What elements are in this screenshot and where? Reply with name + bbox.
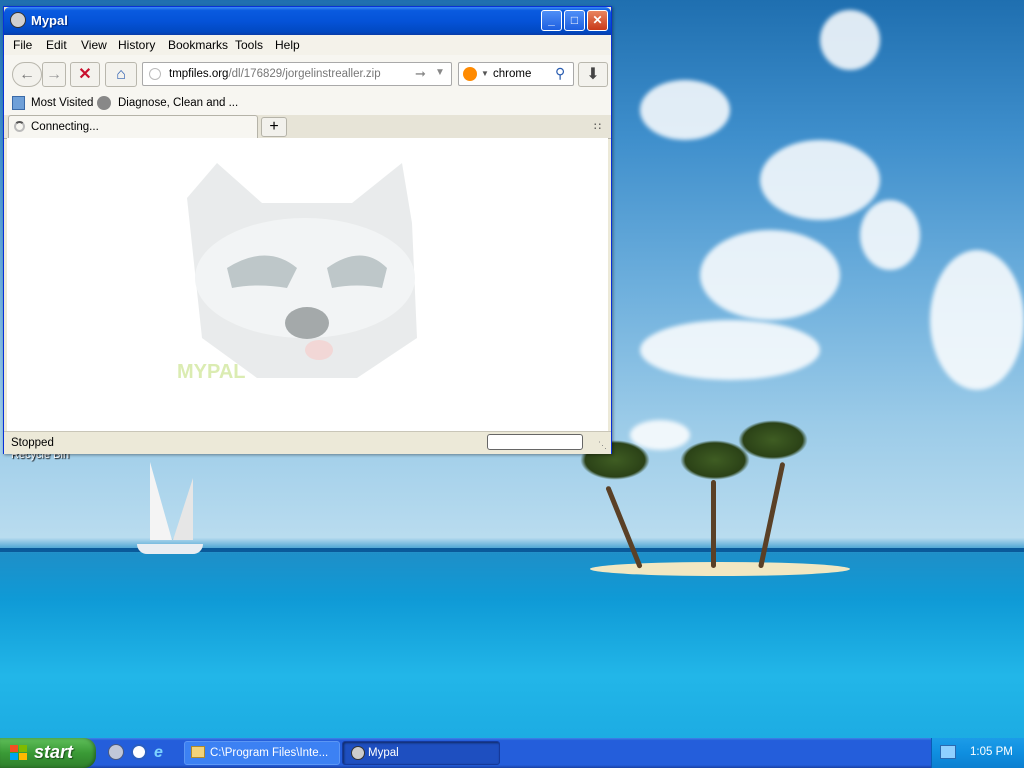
menu-bookmarks[interactable]: Bookmarks: [168, 38, 228, 52]
mypal-logo: MYPAL: [177, 163, 417, 383]
menu-tools[interactable]: Tools: [235, 38, 263, 52]
quicklaunch-icon-a[interactable]: [108, 744, 126, 762]
palm-trunk: [758, 461, 786, 569]
menu-history[interactable]: History: [118, 38, 155, 52]
menu-bar: File Edit View History Bookmarks Tools H…: [4, 35, 611, 55]
minimize-button[interactable]: _: [541, 10, 562, 31]
page-content: MYPAL: [7, 138, 608, 431]
home-button[interactable]: ⌂: [105, 62, 137, 87]
search-icon[interactable]: ⚲: [555, 65, 565, 82]
download-arrow-icon: ⬇: [586, 66, 600, 83]
sail: [150, 462, 172, 540]
back-arrow-icon: ←: [19, 66, 35, 83]
cloud: [640, 320, 820, 380]
browser-window: Mypal _ □ ✕ File Edit View History Bookm…: [3, 6, 612, 454]
search-box[interactable]: ▼ chrome ⚲: [458, 62, 574, 86]
palm-trunk: [605, 485, 643, 569]
tab-grid-icon[interactable]: ∷: [594, 120, 601, 133]
maximize-button[interactable]: □: [564, 10, 585, 31]
cloud: [930, 250, 1024, 390]
stop-button[interactable]: ✕: [70, 62, 100, 87]
windows-logo-icon: [10, 745, 27, 760]
status-text: Stopped: [11, 437, 54, 449]
menu-view[interactable]: View: [81, 38, 107, 52]
palm-leaves: [738, 420, 808, 460]
bookmarks-toolbar: Most Visited Diagnose, Clean and ...: [4, 93, 611, 115]
sailboat-hull: [137, 544, 203, 554]
network-icon[interactable]: [940, 745, 956, 759]
menu-file[interactable]: File: [13, 38, 32, 52]
folder-icon: [191, 746, 205, 758]
tab-strip: Connecting... + ∷: [4, 115, 611, 139]
stop-x-icon: ✕: [78, 66, 92, 83]
menu-edit[interactable]: Edit: [46, 38, 67, 52]
internet-explorer-icon[interactable]: e: [154, 744, 172, 762]
tab-label: Connecting...: [31, 121, 99, 133]
progress-meter: [487, 434, 583, 450]
search-engine-icon[interactable]: [463, 67, 477, 81]
taskbar: start e C:\Program Files\Inte... Mypal 1…: [0, 738, 1024, 768]
menu-help[interactable]: Help: [275, 38, 300, 52]
go-arrow-icon[interactable]: ➞: [415, 66, 426, 82]
cloud: [700, 230, 840, 320]
new-tab-button[interactable]: +: [261, 117, 287, 137]
url-text: tmpfiles.org/dl/176829/jorgelinstrealler…: [169, 68, 381, 80]
downloads-button[interactable]: ⬇: [578, 62, 608, 87]
url-dropdown-icon[interactable]: ▼: [435, 67, 445, 78]
clock[interactable]: 1:05 PM: [970, 746, 1013, 758]
sail: [173, 478, 193, 540]
tab-connecting[interactable]: Connecting...: [8, 115, 258, 138]
bookmark-diagnose[interactable]: Diagnose, Clean and ...: [118, 97, 238, 109]
start-label: start: [34, 742, 74, 762]
media-player-icon[interactable]: [131, 744, 149, 762]
cloud: [760, 140, 880, 220]
back-button[interactable]: ←: [12, 62, 42, 87]
cloud: [860, 200, 920, 270]
navigation-toolbar: ← → ✕ ⌂ tmpfiles.org/dl/176829/jorgelins…: [4, 55, 611, 94]
forward-arrow-icon: →: [46, 66, 62, 83]
globe-icon: [97, 96, 111, 110]
island: [590, 562, 850, 576]
logo-caption: MYPAL: [177, 361, 246, 383]
start-button[interactable]: start: [0, 738, 96, 768]
most-visited-icon: [12, 96, 25, 110]
url-bar[interactable]: tmpfiles.org/dl/176829/jorgelinstrealler…: [142, 62, 452, 86]
engine-dropdown-icon[interactable]: ▼: [481, 69, 489, 78]
task-label: C:\Program Files\Inte...: [210, 747, 329, 759]
system-tray: 1:05 PM: [931, 738, 1024, 768]
search-input[interactable]: chrome: [493, 68, 531, 80]
resize-grip-icon[interactable]: ⋱: [598, 440, 607, 451]
raccoon-app-icon: [351, 746, 365, 760]
window-title: Mypal: [31, 13, 68, 28]
plus-icon: +: [269, 118, 279, 135]
task-label: Mypal: [368, 747, 399, 759]
task-explorer[interactable]: C:\Program Files\Inte...: [184, 741, 340, 765]
status-bar: Stopped ⋱: [4, 431, 611, 454]
bookmark-most-visited[interactable]: Most Visited: [31, 97, 93, 109]
title-bar[interactable]: Mypal _ □ ✕: [4, 7, 611, 35]
cloud: [640, 80, 730, 140]
cloud: [820, 10, 880, 70]
raccoon-app-icon: [10, 12, 26, 28]
loading-spinner-icon: [14, 121, 25, 132]
close-button[interactable]: ✕: [587, 10, 608, 31]
home-icon: ⌂: [116, 66, 126, 83]
site-identity-icon: [149, 68, 161, 80]
task-mypal[interactable]: Mypal: [342, 741, 500, 765]
palm-trunk: [711, 480, 716, 568]
forward-button[interactable]: →: [42, 62, 66, 87]
